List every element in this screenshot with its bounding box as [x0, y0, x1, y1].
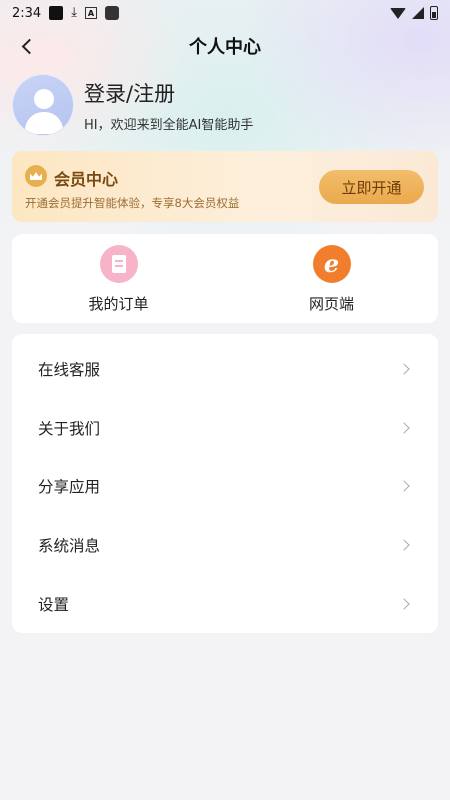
vip-card[interactable]: 会员中心 开通会员提升智能体验，专享8大会员权益 立即开通 — [12, 151, 438, 222]
receipt-icon — [99, 245, 138, 283]
status-time: 2:34 — [12, 5, 42, 21]
signal-icon — [412, 7, 424, 19]
back-button[interactable] — [14, 34, 38, 58]
quick-actions-card: 我的订单 e 网页端 — [12, 234, 438, 323]
menu-item-label: 分享应用 — [38, 478, 101, 497]
notification-icon — [49, 6, 64, 20]
welcome-text: HI，欢迎来到全能AI智能助手 — [84, 117, 254, 133]
menu-item-label: 关于我们 — [38, 419, 101, 438]
menu-item-about-us[interactable]: 关于我们 — [12, 399, 438, 458]
activate-vip-button[interactable]: 立即开通 — [319, 170, 424, 204]
chevron-right-icon — [398, 539, 410, 551]
menu-item-share-app[interactable]: 分享应用 — [12, 457, 438, 516]
menu-item-label: 系统消息 — [38, 537, 101, 556]
avatar[interactable] — [12, 74, 74, 136]
chevron-left-icon — [21, 38, 37, 54]
avatar-body-shape — [25, 112, 63, 134]
menu-item-system-messages[interactable]: 系统消息 — [12, 516, 438, 575]
app-notification-icon — [104, 6, 119, 20]
a-letter-icon: A — [84, 7, 97, 19]
vip-title: 会员中心 — [54, 170, 119, 189]
web-version-label: 网页端 — [308, 295, 354, 313]
chevron-right-icon — [398, 422, 410, 434]
my-orders-label: 我的订单 — [88, 295, 149, 313]
profile-section[interactable]: 登录/注册 HI，欢迎来到全能AI智能助手 — [12, 72, 438, 138]
chevron-right-icon — [398, 598, 410, 610]
profile-text: 登录/注册 HI，欢迎来到全能AI智能助手 — [84, 78, 253, 133]
login-register-link[interactable]: 登录/注册 — [84, 78, 253, 108]
menu-item-customer-service[interactable]: 在线客服 — [12, 340, 438, 399]
menu-item-label: 设置 — [38, 595, 70, 614]
page-title: 个人中心 — [189, 37, 261, 58]
download-icon: ⤓ — [71, 5, 77, 20]
browser-e-icon: e — [312, 245, 351, 283]
battery-icon — [430, 6, 438, 20]
wifi-icon — [390, 7, 406, 19]
web-version-button[interactable]: e 网页端 — [225, 234, 438, 323]
vip-description: 开通会员提升智能体验，专享8大会员权益 — [25, 196, 240, 210]
menu-list: 在线客服 关于我们 分享应用 系统消息 设置 — [12, 334, 438, 633]
status-bar: 2:34 ⤓ A — [0, 0, 450, 26]
menu-item-label: 在线客服 — [38, 361, 101, 380]
chevron-right-icon — [398, 363, 410, 375]
my-orders-button[interactable]: 我的订单 — [12, 234, 225, 323]
app-header: 个人中心 — [0, 26, 450, 66]
chevron-right-icon — [398, 480, 410, 493]
crown-icon — [25, 165, 47, 187]
menu-item-settings[interactable]: 设置 — [12, 574, 438, 633]
avatar-head-shape — [34, 89, 54, 109]
